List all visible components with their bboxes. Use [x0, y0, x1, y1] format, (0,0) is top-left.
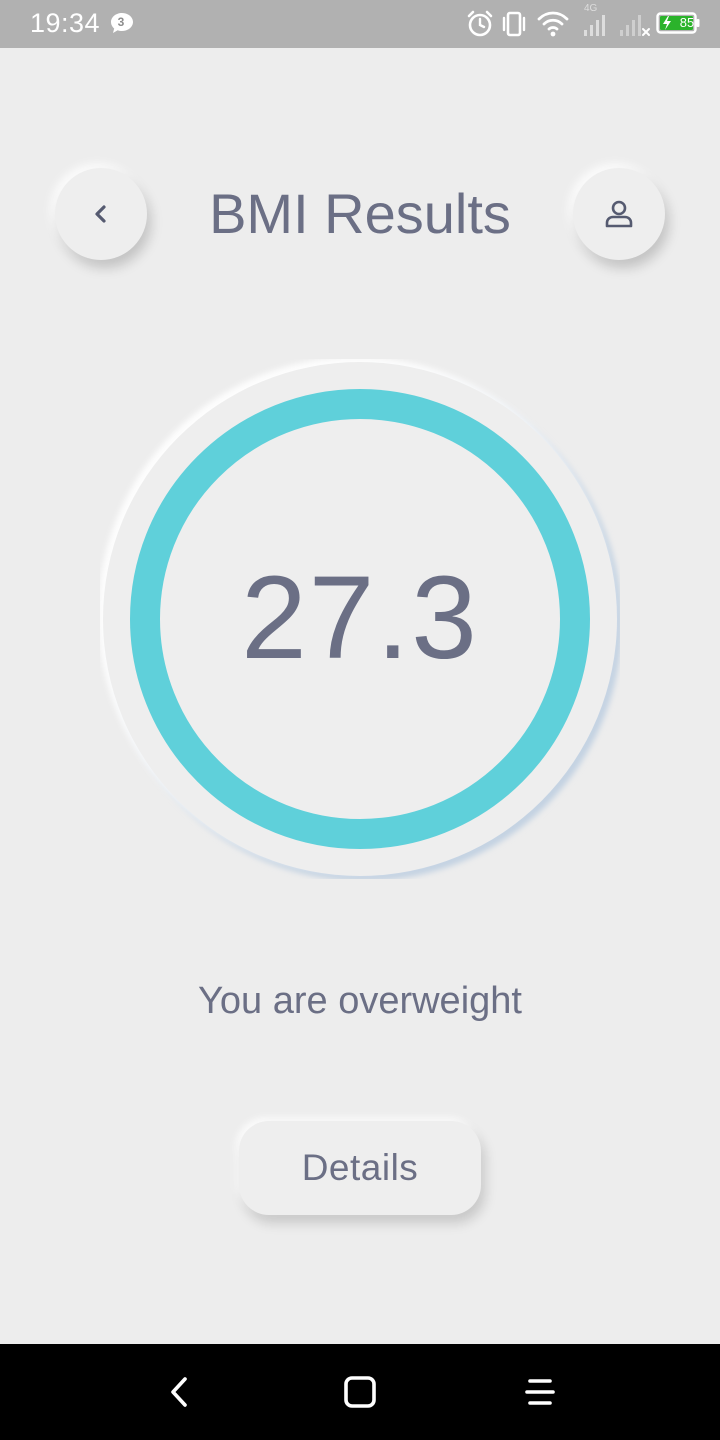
signal-icon [584, 15, 605, 36]
user-icon [605, 200, 633, 228]
page-title: BMI Results [209, 182, 511, 245]
profile-button[interactable] [573, 168, 665, 260]
chevron-left-icon [95, 205, 106, 223]
status-bar: 19:34 3 4G 85 [0, 0, 720, 48]
battery-level: 85 [679, 15, 695, 30]
details-button-label: Details [301, 1147, 419, 1188]
wifi-icon [537, 11, 569, 37]
bmi-value: 27.3 [241, 552, 479, 684]
bmi-status-text: You are overweight [198, 980, 522, 1022]
nav-menu-icon [525, 1379, 555, 1405]
nav-back-button[interactable] [154, 1366, 206, 1418]
nav-home-button[interactable] [334, 1366, 386, 1418]
notification-count: 3 [117, 15, 125, 29]
navigation-bar [0, 1344, 720, 1440]
details-button[interactable]: Details [239, 1121, 481, 1215]
status-time: 19:34 [30, 8, 101, 38]
nav-back-icon [171, 1377, 187, 1407]
signal-no-service-icon [620, 15, 650, 36]
nav-home-icon [344, 1376, 376, 1408]
nav-menu-button[interactable] [514, 1366, 566, 1418]
back-button[interactable] [55, 168, 147, 260]
vibrate-icon [502, 11, 526, 37]
alarm-icon [467, 10, 493, 37]
